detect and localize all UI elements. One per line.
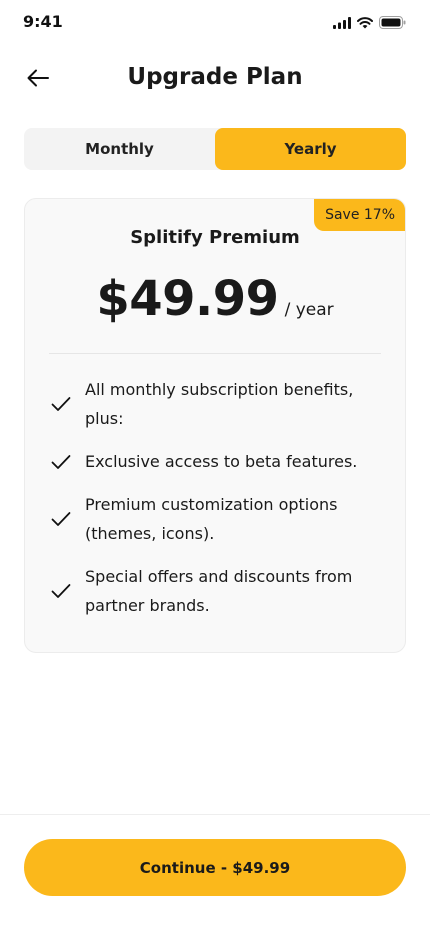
plan-card: Save 17% Splitify Premium $49.99 / year … bbox=[24, 198, 406, 653]
feature-item: Premium customization options (themes, i… bbox=[49, 490, 381, 548]
status-bar: 9:41 bbox=[0, 0, 430, 44]
plan-price: $49.99 bbox=[96, 271, 279, 327]
feature-list: All monthly subscription benefits, plus:… bbox=[49, 375, 381, 634]
feature-text: All monthly subscription benefits, plus: bbox=[85, 380, 354, 428]
feature-item: All monthly subscription benefits, plus: bbox=[49, 375, 381, 433]
feature-text: Special offers and discounts from partne… bbox=[85, 567, 353, 615]
status-time: 9:41 bbox=[23, 12, 63, 31]
check-icon bbox=[49, 507, 73, 531]
plan-name: Splitify Premium bbox=[130, 227, 300, 248]
check-icon bbox=[49, 392, 73, 416]
billing-toggle: Monthly Yearly bbox=[24, 128, 406, 170]
header: Upgrade Plan bbox=[0, 60, 430, 100]
feature-text: Exclusive access to beta features. bbox=[85, 452, 358, 471]
feature-item: Special offers and discounts from partne… bbox=[49, 562, 381, 620]
signal-icon bbox=[333, 14, 351, 33]
feature-text: Premium customization options (themes, i… bbox=[85, 495, 338, 543]
wifi-icon bbox=[357, 14, 373, 33]
status-icons bbox=[333, 14, 406, 33]
page-title: Upgrade Plan bbox=[127, 64, 303, 90]
tab-monthly[interactable]: Monthly bbox=[24, 128, 215, 170]
tab-yearly[interactable]: Yearly bbox=[215, 128, 406, 170]
bottom-bar: Continue - $49.99 bbox=[0, 814, 430, 932]
price-period: / year bbox=[284, 300, 334, 320]
feature-item: Exclusive access to beta features. bbox=[49, 447, 381, 476]
check-icon bbox=[49, 450, 73, 474]
divider bbox=[49, 353, 381, 354]
price-row: $49.99 / year bbox=[25, 271, 405, 327]
check-icon bbox=[49, 579, 73, 603]
battery-icon bbox=[379, 14, 406, 33]
continue-button[interactable]: Continue - $49.99 bbox=[24, 839, 406, 896]
